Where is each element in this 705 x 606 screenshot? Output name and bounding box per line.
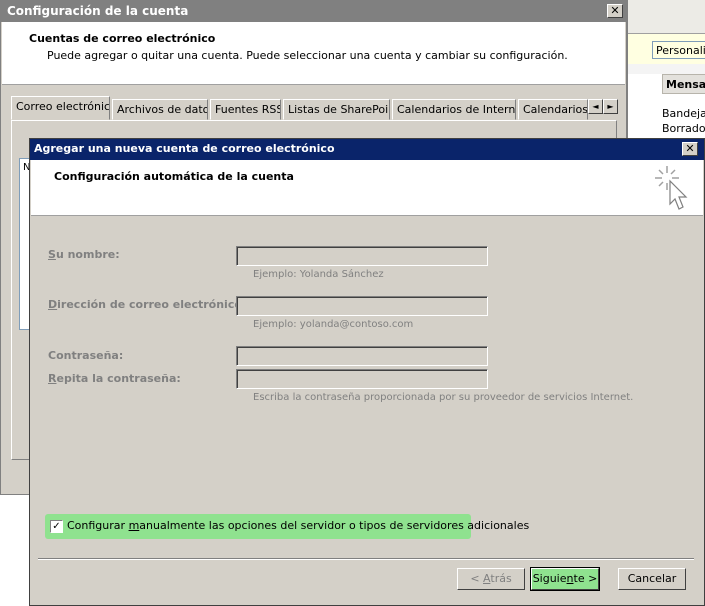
tab-internet-calendars[interactable]: Calendarios de Internet (392, 99, 516, 120)
mail-column-header[interactable]: Mensa (662, 74, 705, 94)
add-account-dialog: Agregar una nueva cuenta de correo elect… (29, 138, 705, 606)
email-hint: Ejemplo: yolanda@contoso.com (253, 319, 414, 330)
tab-rss-feeds[interactable]: Fuentes RSS (210, 99, 281, 120)
outlook-toolbar (628, 0, 705, 34)
folder-item-drafts[interactable]: Borrador (662, 122, 705, 135)
tab-data-files[interactable]: Archivos de datos (112, 99, 208, 120)
add-account-title: Agregar una nueva cuenta de correo elect… (34, 142, 335, 155)
password-hint: Escriba la contraseña proporcionada por … (253, 392, 634, 403)
email-field[interactable] (236, 296, 488, 316)
tab-scroll-right-button[interactable]: ► (603, 99, 618, 114)
account-settings-title: Configuración de la cuenta (7, 4, 189, 18)
manual-config-option[interactable]: ✓ Configurar manualmente las opciones de… (45, 514, 529, 539)
wizard-cursor-icon (655, 166, 688, 210)
account-tabs: Correo electrónico Archivos de datos Fue… (11, 96, 623, 120)
manual-config-label[interactable]: Configurar manualmente las opciones del … (67, 519, 529, 532)
tab-email[interactable]: Correo electrónico (11, 96, 110, 120)
account-settings-close-button[interactable]: ✕ (607, 4, 623, 18)
cancel-button[interactable]: Cancelar (618, 568, 686, 590)
outlook-strip (628, 64, 705, 74)
account-settings-titlebar: Configuración de la cuenta (1, 1, 626, 22)
back-button[interactable]: < Atrás (457, 568, 525, 590)
repeat-password-label: Repita la contraseña: (48, 372, 181, 385)
account-settings-description: Puede agregar o quitar una cuenta. Puede… (47, 49, 568, 62)
email-label: Dirección de correo electrónico: (48, 298, 247, 311)
personaliza-field[interactable]: Personaliza (652, 41, 705, 59)
name-hint: Ejemplo: Yolanda Sánchez (253, 269, 384, 280)
folder-item-inbox[interactable]: Bandeja (662, 107, 705, 120)
next-button[interactable]: Siguiente > (530, 567, 600, 591)
password-label: Contraseña: (48, 349, 124, 362)
tab-published-calendars[interactable]: Calendarios p (518, 99, 588, 120)
auto-setup-heading: Configuración automática de la cuenta (54, 170, 294, 183)
name-field[interactable] (236, 246, 488, 266)
tab-sharepoint-lists[interactable]: Listas de SharePoint (283, 99, 390, 120)
manual-config-checkbox[interactable]: ✓ (50, 520, 63, 533)
name-label: Su nombre: (48, 248, 120, 261)
footer-separator (38, 558, 694, 560)
add-account-titlebar: Agregar una nueva cuenta de correo elect… (30, 139, 704, 160)
add-account-header: Configuración automática de la cuenta (31, 160, 703, 216)
repeat-password-field[interactable] (236, 369, 488, 389)
tab-scroll-left-button[interactable]: ◄ (588, 99, 603, 114)
add-account-close-button[interactable]: ✕ (682, 142, 698, 156)
password-field[interactable] (236, 346, 488, 366)
account-settings-heading: Cuentas de correo electrónico (29, 32, 216, 45)
account-settings-header: Cuentas de correo electrónico Puede agre… (2, 22, 625, 85)
